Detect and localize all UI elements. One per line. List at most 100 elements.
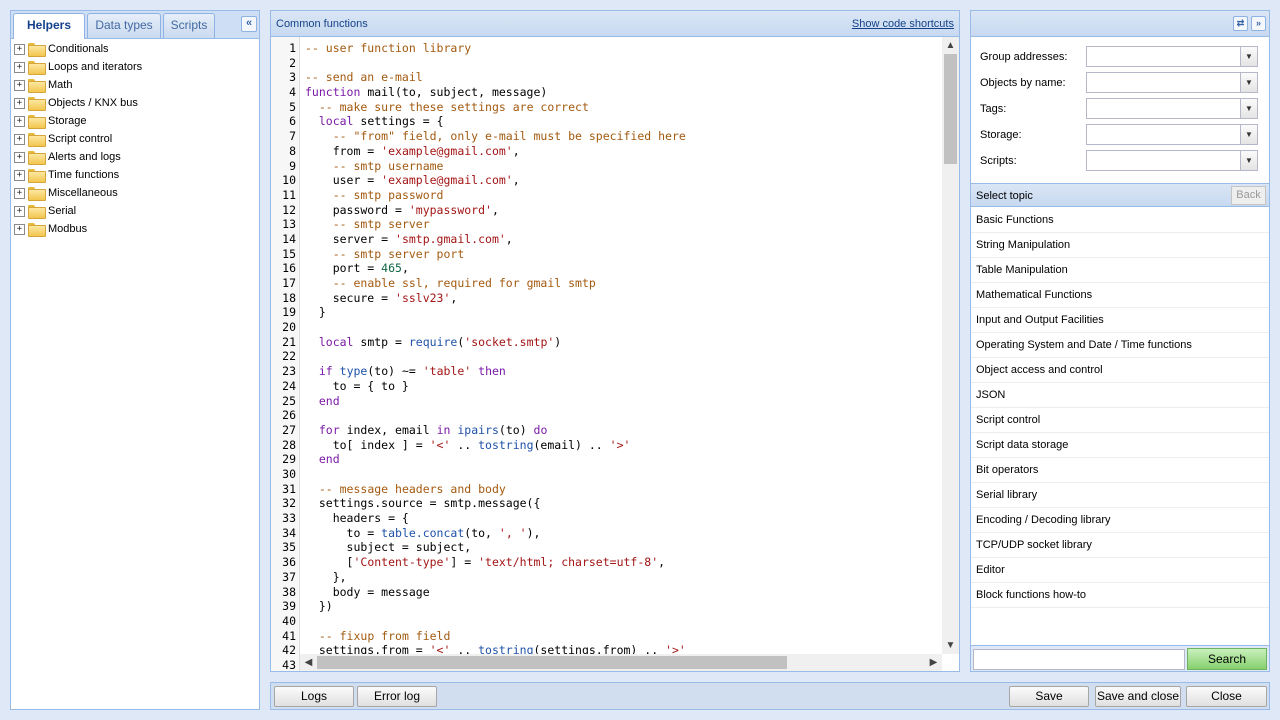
chevron-down-icon[interactable]: ▼ bbox=[1240, 99, 1257, 118]
code-line[interactable]: from = 'example@gmail.com', bbox=[305, 144, 520, 159]
double-chevron-right-icon[interactable]: » bbox=[1251, 16, 1266, 31]
code-line[interactable]: } bbox=[305, 305, 326, 320]
vertical-scrollbar[interactable]: ▲ ▼ bbox=[942, 37, 959, 654]
tab-helpers[interactable]: Helpers bbox=[13, 13, 85, 39]
expand-plus-icon[interactable]: + bbox=[14, 169, 25, 181]
tree-item[interactable]: + Storage bbox=[11, 112, 259, 130]
error-log-button[interactable]: Error log bbox=[357, 686, 437, 707]
topic-item[interactable]: Object access and control bbox=[971, 358, 1269, 383]
logs-button[interactable]: Logs bbox=[274, 686, 354, 707]
topic-item[interactable]: Encoding / Decoding library bbox=[971, 508, 1269, 533]
expand-plus-icon[interactable]: + bbox=[14, 43, 25, 55]
back-button[interactable]: Back bbox=[1231, 186, 1266, 205]
code-line[interactable]: -- send an e-mail bbox=[305, 70, 423, 85]
save-button[interactable]: Save bbox=[1009, 686, 1089, 707]
code-line[interactable]: -- "from" field, only e-mail must be spe… bbox=[305, 129, 686, 144]
code-line[interactable]: settings.source = smtp.message({ bbox=[305, 496, 541, 511]
code-line[interactable]: -- enable ssl, required for gmail smtp bbox=[305, 276, 596, 291]
topic-item[interactable]: Editor bbox=[971, 558, 1269, 583]
topic-item[interactable]: Script data storage bbox=[971, 433, 1269, 458]
code-line[interactable]: for index, email in ipairs(to) do bbox=[305, 423, 548, 438]
code-line[interactable]: ['Content-type'] = 'text/html; charset=u… bbox=[305, 555, 666, 570]
code-line[interactable]: subject = subject, bbox=[305, 540, 472, 555]
topic-item[interactable]: Basic Functions bbox=[971, 208, 1269, 233]
code-line[interactable]: server = 'smtp.gmail.com', bbox=[305, 232, 513, 247]
tab-data-types[interactable]: Data types bbox=[87, 13, 161, 38]
code-line[interactable]: }) bbox=[305, 599, 333, 614]
scroll-down-icon[interactable]: ▼ bbox=[942, 637, 959, 654]
topic-item[interactable]: Block functions how-to bbox=[971, 583, 1269, 608]
code-line[interactable]: headers = { bbox=[305, 511, 409, 526]
chevron-down-icon[interactable]: ▼ bbox=[1240, 151, 1257, 170]
code-line[interactable]: body = message bbox=[305, 585, 430, 600]
code-line[interactable]: to[ index ] = '<' .. tostring(email) .. … bbox=[305, 438, 631, 453]
double-chevron-left-icon[interactable]: « bbox=[241, 16, 257, 32]
scroll-right-icon[interactable]: ▶ bbox=[925, 654, 942, 671]
tree-item[interactable]: + Alerts and logs bbox=[11, 148, 259, 166]
code-line[interactable]: user = 'example@gmail.com', bbox=[305, 173, 520, 188]
code-line[interactable]: port = 465, bbox=[305, 261, 409, 276]
code-line[interactable]: if type(to) ~= 'table' then bbox=[305, 364, 506, 379]
code-line[interactable]: secure = 'sslv23', bbox=[305, 291, 458, 306]
code-line[interactable]: end bbox=[305, 452, 340, 467]
scroll-left-icon[interactable]: ◀ bbox=[300, 654, 317, 671]
filter-combo[interactable]: ▼ bbox=[1086, 72, 1258, 93]
topic-item[interactable]: Bit operators bbox=[971, 458, 1269, 483]
expand-plus-icon[interactable]: + bbox=[14, 187, 25, 199]
chevron-down-icon[interactable]: ▼ bbox=[1240, 47, 1257, 66]
code-line[interactable]: -- user function library bbox=[305, 41, 471, 56]
tree-item[interactable]: + Time functions bbox=[11, 166, 259, 184]
tree-item[interactable]: + Modbus bbox=[11, 220, 259, 238]
code-line[interactable]: -- smtp server bbox=[305, 217, 430, 232]
tab-scripts[interactable]: Scripts bbox=[163, 13, 215, 38]
expand-plus-icon[interactable]: + bbox=[14, 133, 25, 145]
filter-combo[interactable]: ▼ bbox=[1086, 46, 1258, 67]
code-line[interactable]: -- fixup from field bbox=[305, 629, 451, 644]
topic-item[interactable]: String Manipulation bbox=[971, 233, 1269, 258]
code-line[interactable]: -- make sure these settings are correct bbox=[305, 100, 589, 115]
expand-plus-icon[interactable]: + bbox=[14, 115, 25, 127]
save-and-close-button[interactable]: Save and close bbox=[1095, 686, 1181, 707]
code-line[interactable]: local smtp = require('socket.smtp') bbox=[305, 335, 561, 350]
tree-item[interactable]: + Conditionals bbox=[11, 40, 259, 58]
scroll-up-icon[interactable]: ▲ bbox=[942, 37, 959, 54]
search-button[interactable]: Search bbox=[1187, 648, 1267, 670]
expand-plus-icon[interactable]: + bbox=[14, 79, 25, 91]
code-line[interactable]: -- smtp username bbox=[305, 159, 444, 174]
topic-item[interactable]: Operating System and Date / Time functio… bbox=[971, 333, 1269, 358]
topic-item[interactable]: Mathematical Functions bbox=[971, 283, 1269, 308]
horizontal-scroll-thumb[interactable] bbox=[317, 656, 787, 669]
code-editor[interactable]: 1 -- user function library 2 3 -- send an e-… bbox=[271, 37, 959, 671]
tree-item[interactable]: + Miscellaneous bbox=[11, 184, 259, 202]
code-line[interactable]: }, bbox=[305, 570, 347, 585]
code-line[interactable]: function mail(to, subject, message) bbox=[305, 85, 547, 100]
code-line[interactable]: -- smtp password bbox=[305, 188, 444, 203]
search-input[interactable] bbox=[973, 649, 1185, 670]
topic-item[interactable]: TCP/UDP socket library bbox=[971, 533, 1269, 558]
filter-combo[interactable]: ▼ bbox=[1086, 98, 1258, 119]
chevron-down-icon[interactable]: ▼ bbox=[1240, 73, 1257, 92]
chevron-down-icon[interactable]: ▼ bbox=[1240, 125, 1257, 144]
tree-item[interactable]: + Loops and iterators bbox=[11, 58, 259, 76]
refresh-icon[interactable]: ⇄ bbox=[1233, 16, 1248, 31]
code-line[interactable]: local settings = { bbox=[305, 114, 444, 129]
tree-item[interactable]: + Serial bbox=[11, 202, 259, 220]
expand-plus-icon[interactable]: + bbox=[14, 97, 25, 109]
tree-item[interactable]: + Script control bbox=[11, 130, 259, 148]
tree-item[interactable]: + Math bbox=[11, 76, 259, 94]
topic-item[interactable]: Serial library bbox=[971, 483, 1269, 508]
code-line[interactable]: -- message headers and body bbox=[305, 482, 506, 497]
horizontal-scrollbar[interactable]: ◀ ▶ bbox=[300, 654, 942, 671]
code-line[interactable]: to = table.concat(to, ', '), bbox=[305, 526, 541, 541]
tree-item[interactable]: + Objects / KNX bus bbox=[11, 94, 259, 112]
expand-plus-icon[interactable]: + bbox=[14, 151, 25, 163]
close-button[interactable]: Close bbox=[1186, 686, 1267, 707]
code-line[interactable]: -- smtp server port bbox=[305, 247, 465, 262]
topic-item[interactable]: Table Manipulation bbox=[971, 258, 1269, 283]
expand-plus-icon[interactable]: + bbox=[14, 223, 25, 235]
show-code-shortcuts-link[interactable]: Show code shortcuts bbox=[852, 18, 954, 30]
topic-item[interactable]: JSON bbox=[971, 383, 1269, 408]
code-line[interactable]: password = 'mypassword', bbox=[305, 203, 499, 218]
topic-item[interactable]: Input and Output Facilities bbox=[971, 308, 1269, 333]
expand-plus-icon[interactable]: + bbox=[14, 61, 25, 73]
